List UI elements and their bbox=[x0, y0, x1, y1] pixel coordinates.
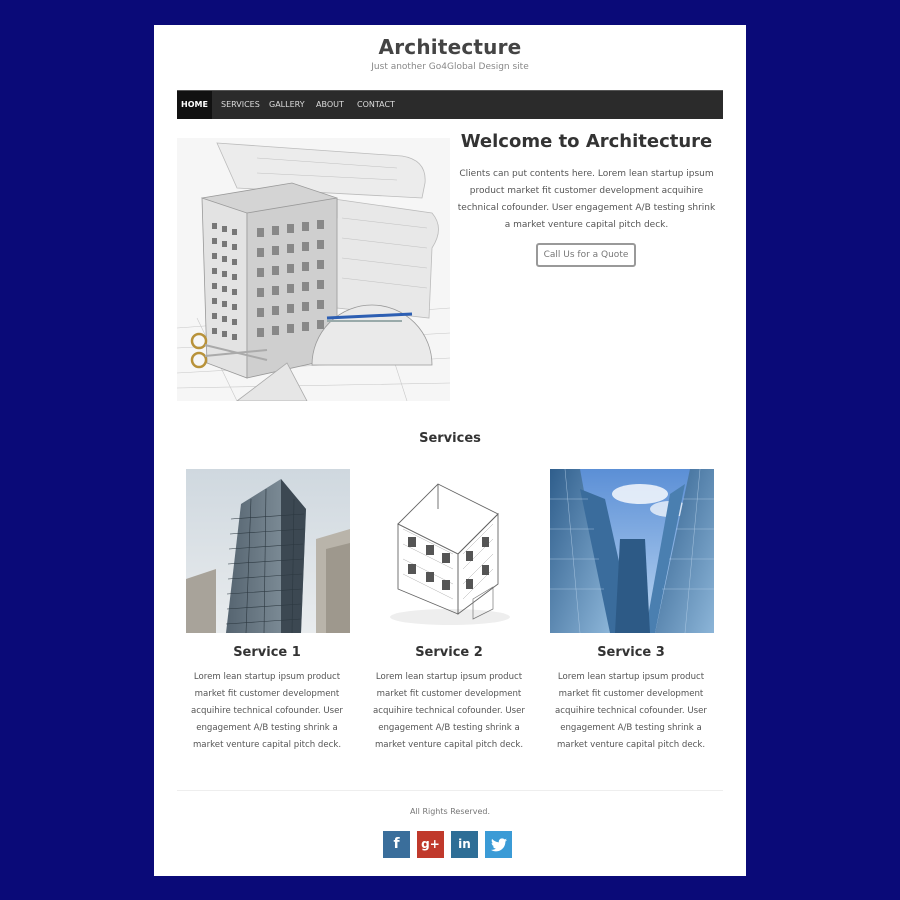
architecture-model-image bbox=[177, 138, 450, 401]
site-tagline: Just another Go4Global Design site bbox=[371, 62, 529, 72]
service-3-image bbox=[550, 469, 714, 633]
services-heading: Services bbox=[419, 431, 481, 446]
nav-item-about[interactable]: ABOUT bbox=[316, 91, 344, 119]
footer-divider bbox=[177, 790, 723, 791]
copyright-text: All Rights Reserved. bbox=[409, 807, 490, 816]
site-title[interactable]: Architecture bbox=[154, 35, 746, 59]
service-1-title: Service 1 bbox=[233, 645, 301, 660]
service-1-image bbox=[186, 469, 350, 633]
call-for-quote-button[interactable]: Call Us for a Quote bbox=[536, 243, 636, 267]
page-container: Architecture Just another Go4Global Desi… bbox=[154, 25, 746, 876]
google-plus-icon[interactable]: g+ bbox=[417, 831, 444, 858]
facebook-icon[interactable]: f bbox=[383, 831, 410, 858]
service-2-image bbox=[368, 469, 532, 633]
linkedin-icon[interactable]: in bbox=[451, 831, 478, 858]
service-3-title: Service 3 bbox=[597, 645, 665, 660]
nav-item-gallery[interactable]: GALLERY bbox=[269, 91, 305, 119]
hero-heading: Welcome to Architecture bbox=[460, 131, 713, 152]
service-3-description: Lorem lean startup ipsum product market … bbox=[555, 672, 707, 750]
service-2-description: Lorem lean startup ipsum product market … bbox=[373, 672, 525, 750]
service-2-title: Service 2 bbox=[415, 645, 483, 660]
main-navigation: HOME SERVICES GALLERY ABOUT CONTACT bbox=[177, 90, 723, 119]
service-1-description: Lorem lean startup ipsum product market … bbox=[191, 672, 343, 750]
nav-item-home[interactable]: HOME bbox=[177, 91, 212, 119]
nav-item-services[interactable]: SERVICES bbox=[221, 91, 260, 119]
nav-item-contact[interactable]: CONTACT bbox=[357, 91, 395, 119]
hero-description: Clients can put contents here. Lorem lea… bbox=[457, 169, 716, 230]
twitter-bird-glyph bbox=[490, 838, 507, 852]
twitter-icon[interactable] bbox=[485, 831, 512, 858]
